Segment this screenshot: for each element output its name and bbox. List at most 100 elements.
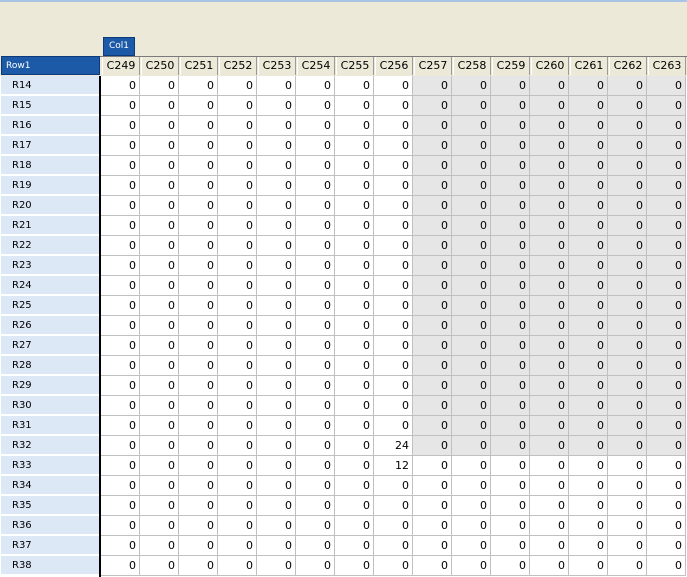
- data-cell[interactable]: 0: [569, 296, 608, 316]
- data-cell[interactable]: 0: [569, 316, 608, 336]
- row-field-button[interactable]: Row1: [1, 56, 100, 75]
- data-cell[interactable]: 0: [608, 296, 647, 316]
- data-cell[interactable]: 0: [452, 376, 491, 396]
- data-cell[interactable]: 0: [101, 556, 140, 576]
- data-cell[interactable]: 0: [608, 76, 647, 96]
- data-cell[interactable]: 0: [608, 116, 647, 136]
- data-cell[interactable]: 0: [296, 196, 335, 216]
- data-cell[interactable]: 0: [491, 236, 530, 256]
- data-cell[interactable]: 0: [452, 536, 491, 556]
- data-cell[interactable]: 0: [530, 196, 569, 216]
- data-cell[interactable]: 0: [101, 356, 140, 376]
- data-cell[interactable]: 0: [218, 496, 257, 516]
- row-header[interactable]: R27: [1, 336, 99, 355]
- data-cell[interactable]: 0: [569, 396, 608, 416]
- data-cell[interactable]: 0: [374, 276, 413, 296]
- data-cell[interactable]: 0: [257, 336, 296, 356]
- data-cell[interactable]: 0: [101, 176, 140, 196]
- data-cell[interactable]: 0: [452, 516, 491, 536]
- data-cell[interactable]: 0: [569, 256, 608, 276]
- data-cell[interactable]: 0: [491, 316, 530, 336]
- data-cell[interactable]: 0: [296, 176, 335, 196]
- data-cell[interactable]: 0: [491, 116, 530, 136]
- data-cell[interactable]: 0: [140, 236, 179, 256]
- data-cell[interactable]: 0: [296, 336, 335, 356]
- data-cell[interactable]: 0: [413, 276, 452, 296]
- data-cell[interactable]: 0: [530, 496, 569, 516]
- data-cell[interactable]: 0: [413, 216, 452, 236]
- data-cell[interactable]: 0: [608, 516, 647, 536]
- data-cell[interactable]: 0: [140, 216, 179, 236]
- data-cell[interactable]: 0: [140, 496, 179, 516]
- data-cell[interactable]: 0: [374, 516, 413, 536]
- row-header[interactable]: R24: [1, 276, 99, 295]
- data-cell[interactable]: 0: [374, 256, 413, 276]
- data-cell[interactable]: 0: [140, 416, 179, 436]
- data-cell[interactable]: 0: [179, 236, 218, 256]
- column-header[interactable]: C256: [375, 57, 413, 75]
- data-cell[interactable]: 0: [569, 216, 608, 236]
- data-cell[interactable]: 0: [257, 216, 296, 236]
- data-cell[interactable]: 0: [491, 536, 530, 556]
- data-cell[interactable]: 0: [374, 556, 413, 576]
- data-cell[interactable]: 0: [335, 216, 374, 236]
- data-cell[interactable]: 0: [218, 476, 257, 496]
- data-cell[interactable]: 0: [647, 316, 686, 336]
- data-cell[interactable]: 0: [179, 556, 218, 576]
- data-cell[interactable]: 0: [257, 236, 296, 256]
- data-cell[interactable]: 0: [569, 376, 608, 396]
- data-cell[interactable]: 0: [101, 516, 140, 536]
- data-cell[interactable]: 0: [101, 296, 140, 316]
- data-cell[interactable]: 0: [257, 516, 296, 536]
- data-cell[interactable]: 0: [335, 276, 374, 296]
- data-cell[interactable]: 0: [452, 116, 491, 136]
- data-cell[interactable]: 0: [218, 356, 257, 376]
- row-header[interactable]: R17: [1, 136, 99, 155]
- data-cell[interactable]: 0: [218, 176, 257, 196]
- data-cell[interactable]: 0: [296, 276, 335, 296]
- data-cell[interactable]: 0: [530, 316, 569, 336]
- data-cell[interactable]: 0: [296, 96, 335, 116]
- data-cell[interactable]: 0: [374, 96, 413, 116]
- data-cell[interactable]: 0: [101, 316, 140, 336]
- data-cell[interactable]: 0: [179, 396, 218, 416]
- data-cell[interactable]: 0: [179, 256, 218, 276]
- data-cell[interactable]: 0: [608, 496, 647, 516]
- data-cell[interactable]: 0: [530, 156, 569, 176]
- data-cell[interactable]: 0: [374, 376, 413, 396]
- data-cell[interactable]: 0: [335, 296, 374, 316]
- data-cell[interactable]: 0: [335, 236, 374, 256]
- data-cell[interactable]: 0: [335, 496, 374, 516]
- column-header[interactable]: C252: [219, 57, 257, 75]
- data-cell[interactable]: 0: [257, 316, 296, 336]
- data-cell[interactable]: 0: [140, 116, 179, 136]
- data-cell[interactable]: 0: [140, 296, 179, 316]
- column-field-button[interactable]: Col1: [103, 37, 136, 56]
- data-cell[interactable]: 0: [140, 556, 179, 576]
- data-cell[interactable]: 0: [608, 396, 647, 416]
- data-cell[interactable]: 0: [140, 316, 179, 336]
- data-cell[interactable]: 0: [569, 536, 608, 556]
- data-cell[interactable]: 0: [647, 176, 686, 196]
- data-cell[interactable]: 0: [491, 396, 530, 416]
- data-cell[interactable]: 0: [569, 336, 608, 356]
- data-cell[interactable]: 0: [218, 516, 257, 536]
- data-cell[interactable]: 0: [491, 436, 530, 456]
- data-cell[interactable]: 0: [296, 256, 335, 276]
- data-cell[interactable]: 0: [647, 336, 686, 356]
- data-cell[interactable]: 0: [530, 476, 569, 496]
- data-cell[interactable]: 0: [608, 436, 647, 456]
- data-cell[interactable]: 0: [647, 156, 686, 176]
- data-cell[interactable]: 0: [296, 296, 335, 316]
- data-cell[interactable]: 0: [257, 376, 296, 396]
- data-cell[interactable]: 0: [296, 536, 335, 556]
- data-cell[interactable]: 0: [218, 436, 257, 456]
- data-cell[interactable]: 0: [569, 556, 608, 576]
- data-cell[interactable]: 0: [257, 496, 296, 516]
- data-cell[interactable]: 0: [335, 476, 374, 496]
- data-cell[interactable]: 0: [335, 436, 374, 456]
- data-cell[interactable]: 0: [257, 556, 296, 576]
- data-cell[interactable]: 0: [647, 436, 686, 456]
- data-cell[interactable]: 0: [452, 136, 491, 156]
- data-cell[interactable]: 0: [101, 156, 140, 176]
